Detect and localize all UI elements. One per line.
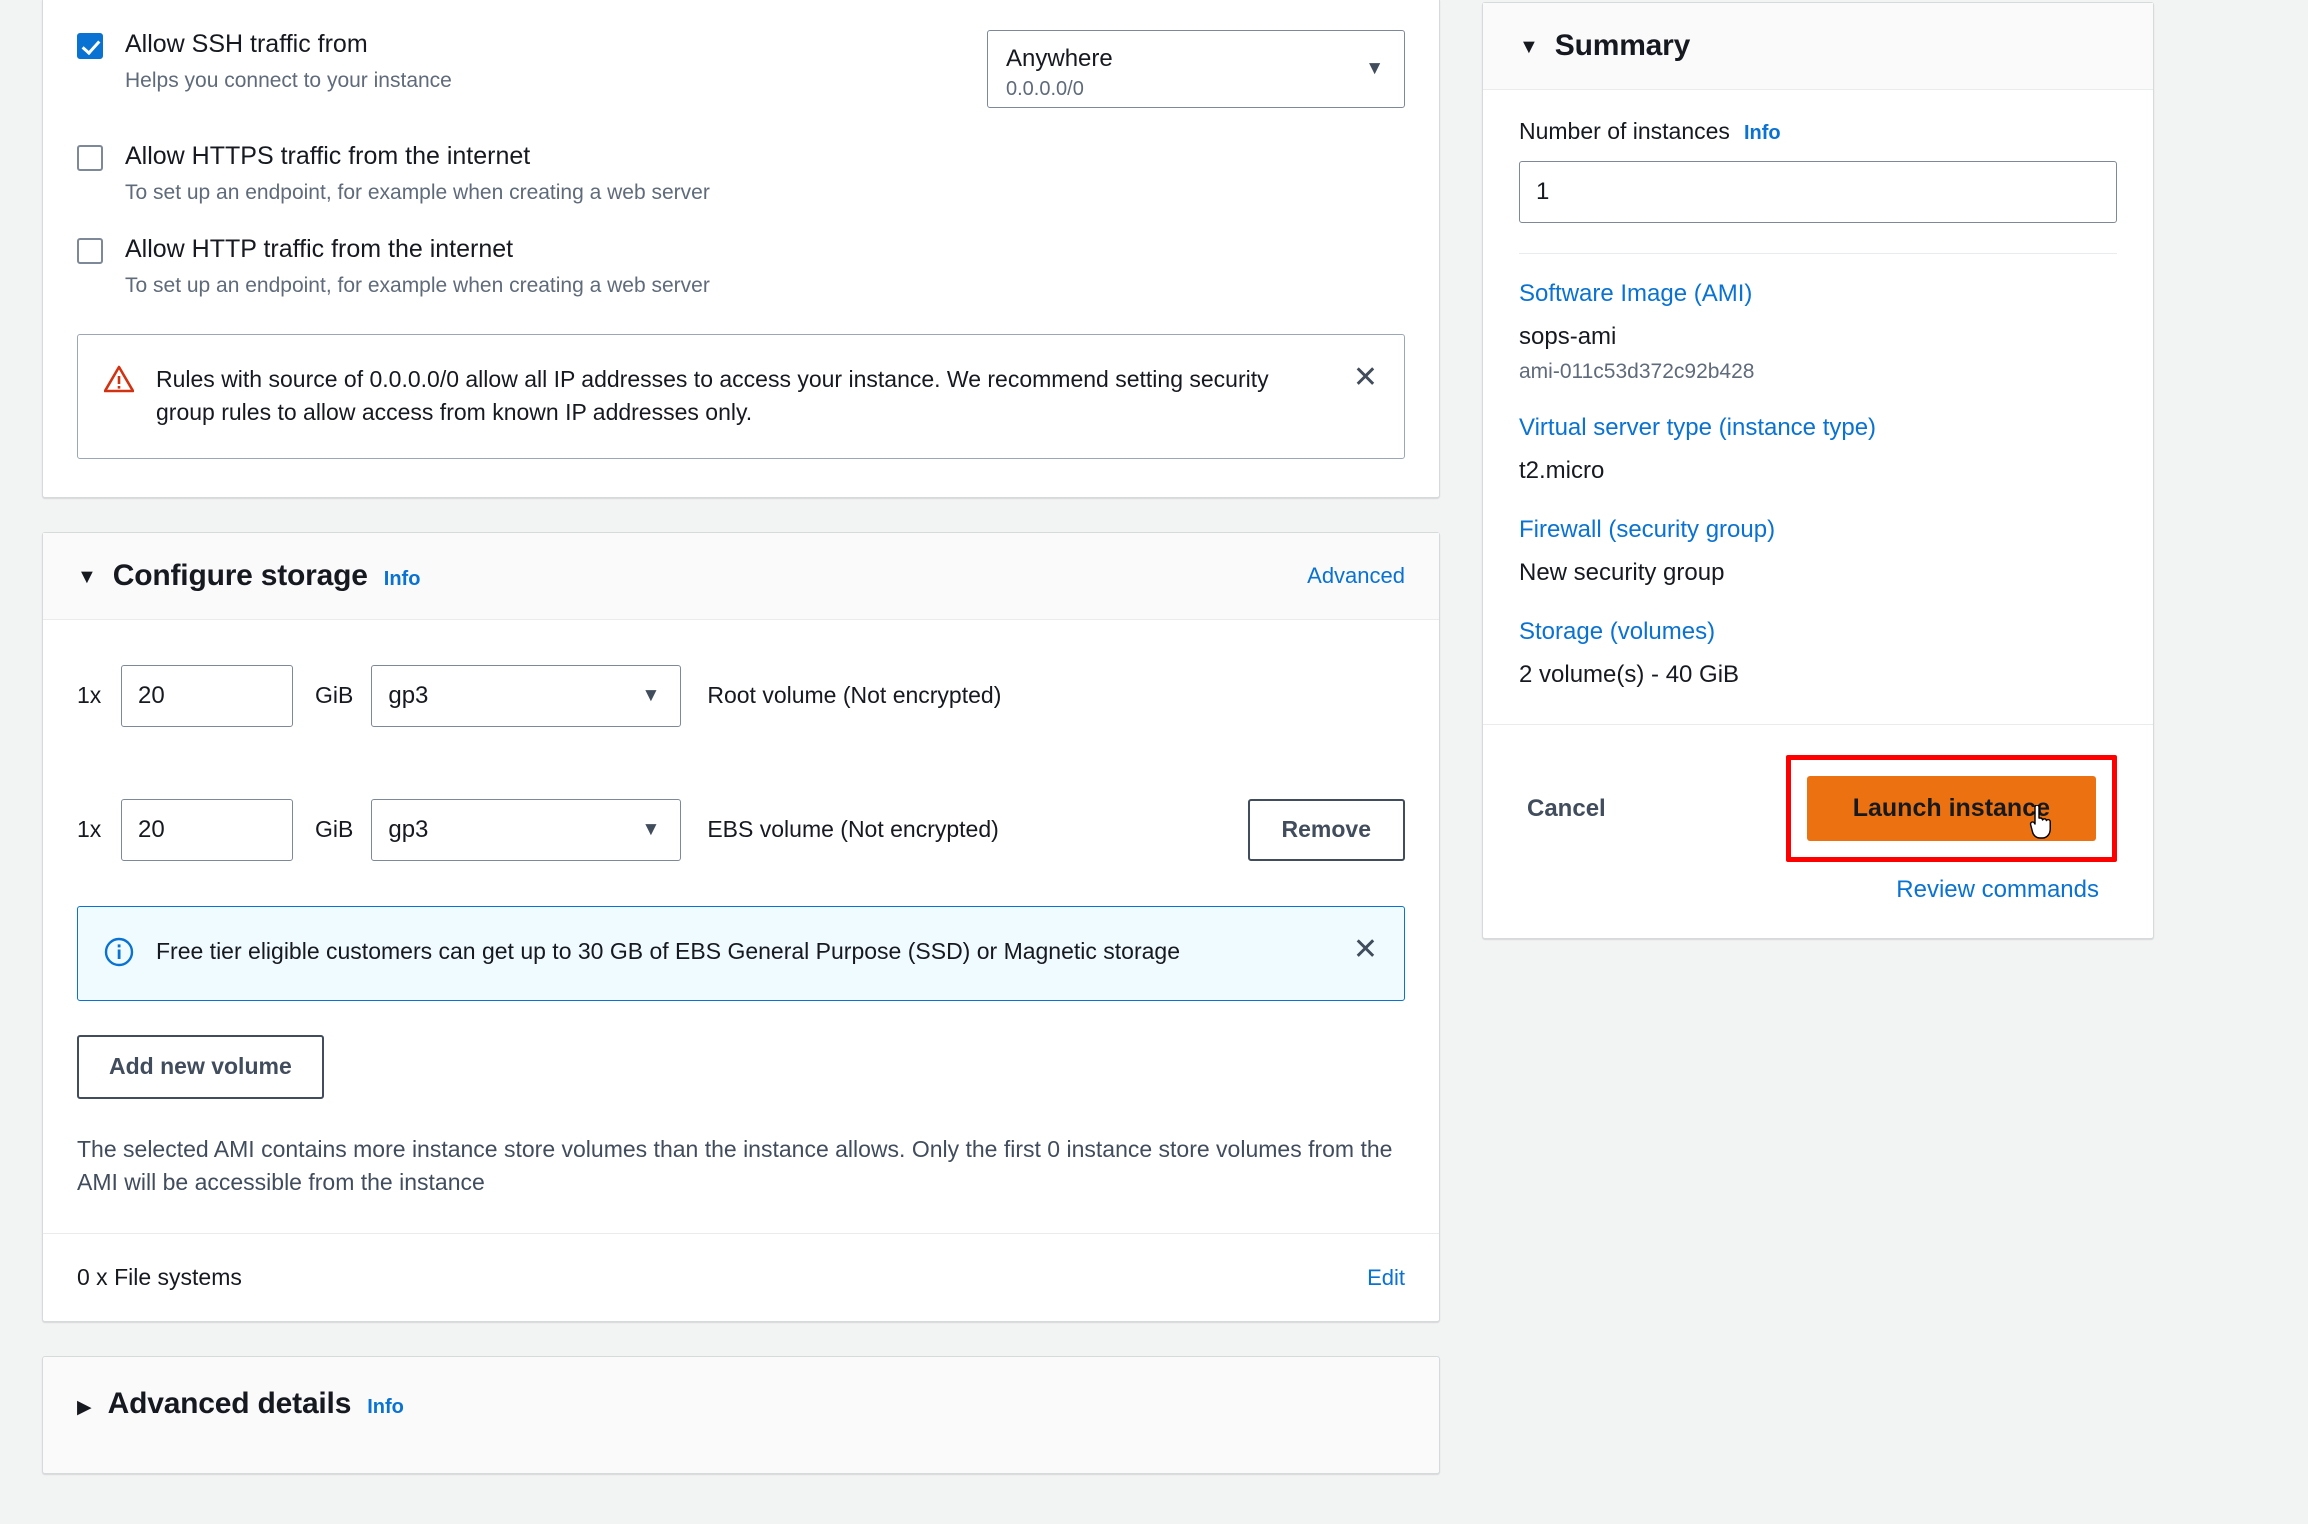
volume-count-ebs: 1x bbox=[77, 816, 102, 843]
summary-divider bbox=[1519, 253, 2117, 254]
close-icon[interactable]: ✕ bbox=[1353, 362, 1378, 393]
summary-group-storage: Storage (volumes) 2 volume(s) - 40 GiB bbox=[1519, 618, 2117, 690]
warning-triangle-icon bbox=[103, 365, 138, 398]
instance-type-link[interactable]: Virtual server type (instance type) bbox=[1519, 414, 2117, 442]
volume-type-value-root: gp3 bbox=[388, 681, 429, 709]
review-commands-link[interactable]: Review commands bbox=[1896, 876, 2099, 904]
volume-row-ebs: 1x GiB gp3 ▼ EBS volume (Not encrypted) … bbox=[43, 784, 1439, 876]
volume-type-value-ebs: gp3 bbox=[388, 815, 429, 843]
launch-instance-button[interactable]: Launch instance bbox=[1806, 776, 2096, 841]
cancel-button[interactable]: Cancel bbox=[1519, 795, 1614, 823]
allow-https-texts: Allow HTTPS traffic from the internet To… bbox=[125, 142, 1405, 205]
volume-size-input-root[interactable] bbox=[121, 664, 293, 727]
file-systems-edit-link[interactable]: Edit bbox=[1367, 1265, 1405, 1291]
summary-group-instance-type: Virtual server type (instance type) t2.m… bbox=[1519, 414, 2117, 486]
summary-footer-row: Cancel Launch instance bbox=[1519, 755, 2117, 862]
software-image-id: ami-011c53d372c92b428 bbox=[1519, 360, 1755, 383]
info-circle-icon bbox=[104, 937, 138, 972]
close-icon[interactable]: ✕ bbox=[1353, 934, 1378, 965]
volume-type-select-ebs[interactable]: gp3 ▼ bbox=[371, 798, 682, 861]
chevron-down-icon[interactable]: ▼ bbox=[1519, 37, 1539, 57]
volume-row-root: 1x GiB gp3 ▼ Root volume (Not encrypted) bbox=[43, 650, 1439, 742]
instance-store-note: The selected AMI contains more instance … bbox=[77, 1135, 1393, 1195]
allow-http-checkbox[interactable] bbox=[77, 237, 103, 264]
volume-count-root: 1x bbox=[77, 682, 102, 709]
summary-group-ami: Software Image (AMI) sops-ami ami-011c53… bbox=[1519, 280, 2117, 384]
chevron-right-icon[interactable]: ▶ bbox=[77, 1396, 92, 1419]
chevron-down-icon: ▼ bbox=[641, 818, 661, 840]
allow-https-checkbox[interactable] bbox=[77, 145, 103, 171]
software-image-value: sops-ami bbox=[1519, 323, 1617, 350]
summary-header: ▼ Summary bbox=[1483, 3, 2153, 90]
allow-ssh-texts: Allow SSH traffic from Helps you connect… bbox=[125, 30, 909, 93]
free-tier-alert-text: Free tier eligible customers can get up … bbox=[156, 937, 1180, 964]
volume-type-select-root[interactable]: gp3 ▼ bbox=[371, 664, 682, 727]
storage-advanced-link[interactable]: Advanced bbox=[1307, 563, 1405, 589]
summary-title: Summary bbox=[1554, 29, 1691, 62]
advanced-details-card[interactable]: ▶ Advanced details Info bbox=[42, 1356, 1440, 1475]
file-systems-row: 0 x File systems Edit bbox=[43, 1233, 1439, 1321]
ssh-source-value: Anywhere bbox=[1006, 45, 1113, 73]
open-cidr-warning-alert: Rules with source of 0.0.0.0/0 allow all… bbox=[77, 333, 1405, 459]
volume-description-ebs: EBS volume (Not encrypted) bbox=[707, 816, 999, 843]
firewall-link[interactable]: Firewall (security group) bbox=[1519, 516, 2117, 544]
left-column: Allow SSH traffic from Helps you connect… bbox=[42, 0, 1440, 1475]
allow-http-label: Allow HTTP traffic from the internet bbox=[125, 234, 514, 263]
advanced-details-title: Advanced details bbox=[107, 1387, 352, 1421]
summary-footer: Cancel Launch instance Review commands bbox=[1483, 724, 2153, 938]
configure-storage-header: ▼ Configure storage Info Advanced bbox=[43, 532, 1439, 620]
spacer-after-network bbox=[42, 498, 1440, 532]
volume-unit-ebs: GiB bbox=[315, 816, 354, 843]
remove-volume-button[interactable]: Remove bbox=[1247, 798, 1405, 861]
allow-ssh-checkbox[interactable] bbox=[77, 33, 103, 59]
free-tier-alert: Free tier eligible customers can get up … bbox=[77, 905, 1405, 1001]
number-of-instances-info-link[interactable]: Info bbox=[1744, 122, 1781, 145]
allow-http-description: To set up an endpoint, for example when … bbox=[125, 273, 710, 297]
ssh-source-select[interactable]: Anywhere 0.0.0.0/0 ▼ bbox=[987, 30, 1405, 108]
configure-storage-header-left: ▼ Configure storage Info bbox=[77, 559, 420, 593]
volume-description-root: Root volume (Not encrypted) bbox=[707, 682, 1002, 709]
advanced-details-info-link[interactable]: Info bbox=[367, 1396, 404, 1419]
rule-row-ssh: Allow SSH traffic from Helps you connect… bbox=[77, 0, 1405, 108]
volume-unit-root: GiB bbox=[315, 682, 354, 709]
summary-group-firewall: Firewall (security group) New security g… bbox=[1519, 516, 2117, 588]
launch-instance-highlight: Launch instance bbox=[1785, 755, 2117, 862]
network-settings-card: Allow SSH traffic from Helps you connect… bbox=[42, 0, 1440, 498]
chevron-down-icon: ▼ bbox=[1365, 58, 1384, 79]
ssh-source-cidr: 0.0.0.0/0 bbox=[1006, 77, 1084, 100]
configure-storage-body: 1x GiB gp3 ▼ Root volume (Not encrypted)… bbox=[43, 650, 1439, 1322]
file-systems-label: 0 x File systems bbox=[77, 1264, 242, 1291]
chevron-down-icon[interactable]: ▼ bbox=[77, 567, 97, 587]
review-commands-row: Review commands bbox=[1519, 876, 2117, 904]
allow-https-description: To set up an endpoint, for example when … bbox=[125, 180, 710, 204]
allow-https-label: Allow HTTPS traffic from the internet bbox=[125, 142, 531, 170]
storage-volumes-link[interactable]: Storage (volumes) bbox=[1519, 618, 2117, 646]
firewall-value: New security group bbox=[1519, 559, 1725, 586]
add-volume-wrap: Add new volume bbox=[43, 1034, 1439, 1099]
add-new-volume-button[interactable]: Add new volume bbox=[77, 1034, 324, 1099]
number-of-instances-label-row: Number of instances Info bbox=[1519, 118, 2117, 145]
rule-row-https: Allow HTTPS traffic from the internet To… bbox=[77, 108, 1405, 205]
software-image-link[interactable]: Software Image (AMI) bbox=[1519, 280, 2117, 308]
number-of-instances-input[interactable] bbox=[1519, 161, 2117, 223]
storage-volumes-value: 2 volume(s) - 40 GiB bbox=[1519, 661, 1740, 688]
configure-storage-card: ▼ Configure storage Info Advanced 1x GiB… bbox=[42, 531, 1440, 1323]
rule-row-http: Allow HTTP traffic from the internet To … bbox=[77, 205, 1405, 298]
instance-type-value: t2.micro bbox=[1519, 457, 1605, 484]
chevron-down-icon: ▼ bbox=[641, 684, 661, 706]
ec2-launch-instance-page: Allow SSH traffic from Helps you connect… bbox=[0, 0, 2308, 1524]
right-column: ▼ Summary Number of instances Info Softw… bbox=[1482, 2, 2154, 939]
configure-storage-title: Configure storage bbox=[112, 558, 368, 592]
volume-size-input-ebs[interactable] bbox=[121, 798, 293, 861]
allow-ssh-label: Allow SSH traffic from bbox=[125, 30, 368, 58]
spacer-after-storage bbox=[42, 1322, 1440, 1356]
number-of-instances-label: Number of instances bbox=[1519, 118, 1730, 144]
allow-ssh-description: Helps you connect to your instance bbox=[125, 68, 452, 92]
free-tier-alert-wrap: Free tier eligible customers can get up … bbox=[43, 905, 1439, 1001]
storage-info-link[interactable]: Info bbox=[384, 568, 421, 591]
summary-body: Number of instances Info Software Image … bbox=[1483, 90, 2153, 724]
open-cidr-warning-text: Rules with source of 0.0.0.0/0 allow all… bbox=[156, 365, 1269, 426]
allow-http-texts: Allow HTTP traffic from the internet To … bbox=[125, 235, 1405, 298]
summary-card: ▼ Summary Number of instances Info Softw… bbox=[1482, 2, 2154, 939]
